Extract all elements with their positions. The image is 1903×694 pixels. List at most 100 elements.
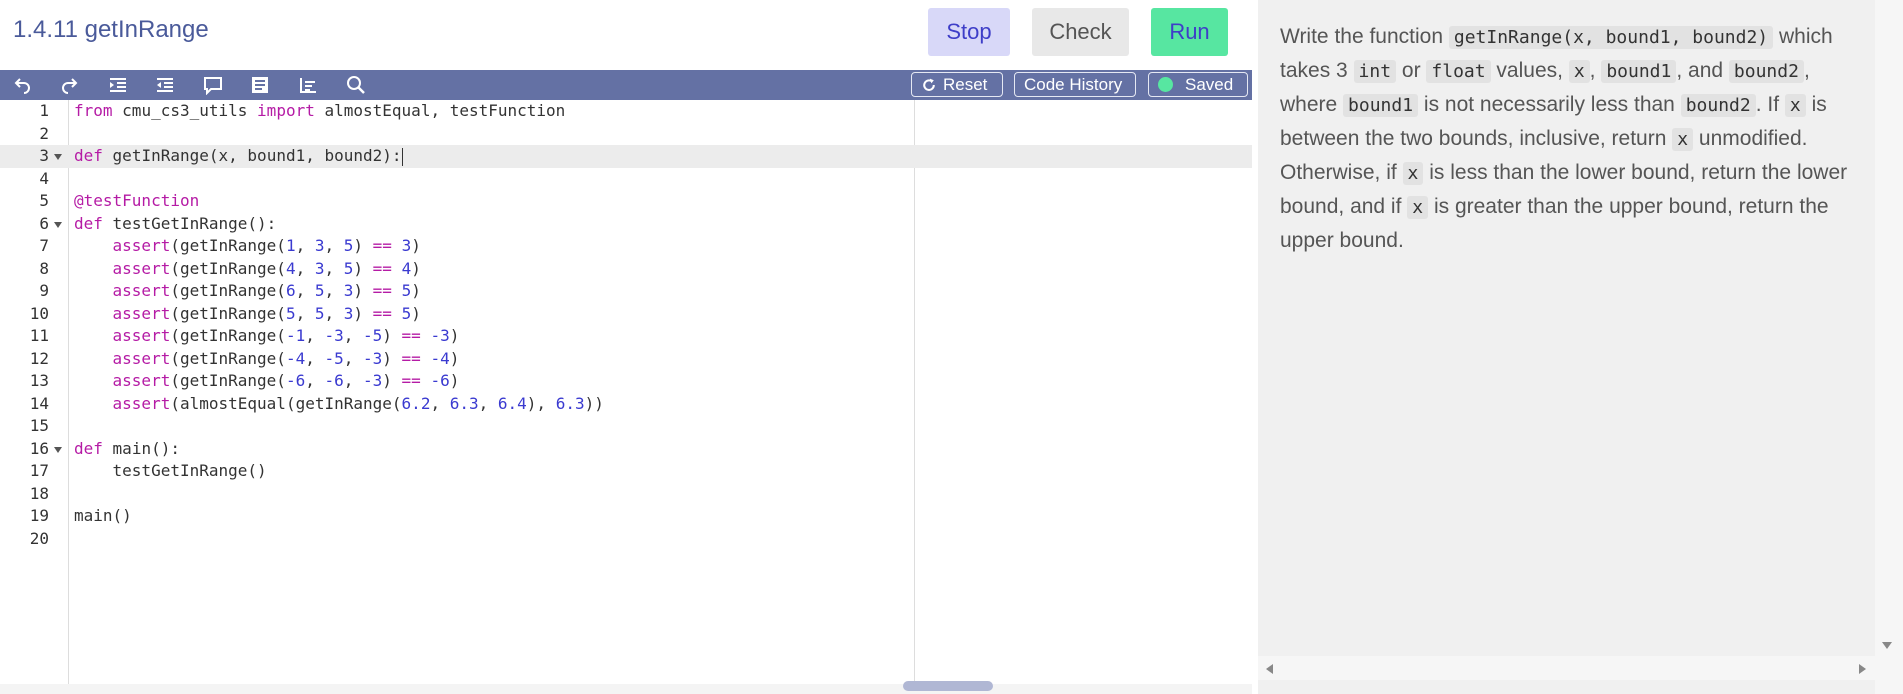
line-number: 8 <box>39 258 49 278</box>
indent-icon[interactable] <box>106 74 130 96</box>
code-line[interactable]: 5 @testFunction <box>0 190 1252 213</box>
line-number: 6 <box>39 213 49 233</box>
code-text: assert(getInRange(-4, -5, -3) == -4) <box>112 348 460 368</box>
fold-arrow-icon[interactable] <box>54 221 62 228</box>
scroll-right-icon[interactable] <box>1859 664 1866 674</box>
code-line[interactable]: 18 <box>0 483 1252 506</box>
line-number: 14 <box>29 393 49 413</box>
code-line[interactable]: 6 def testGetInRange(): <box>0 213 1252 236</box>
code-line[interactable]: 9 assert(getInRange(6, 5, 3) == 5) <box>0 280 1252 303</box>
line-number: 2 <box>39 123 49 143</box>
inline-code: x <box>1568 60 1590 83</box>
code-text: @testFunction <box>74 191 200 210</box>
code-text: def main(): <box>74 438 180 458</box>
inline-code: bound2 <box>1728 60 1804 83</box>
line-number: 13 <box>29 371 49 390</box>
line-number: 20 <box>29 528 49 548</box>
inline-code: int <box>1353 60 1397 83</box>
line-number: 4 <box>39 168 49 188</box>
inline-code: x <box>1407 196 1429 219</box>
code-line[interactable]: 2 <box>0 123 1252 146</box>
comment-icon[interactable] <box>201 74 225 96</box>
inline-code: bound2 <box>1680 94 1756 117</box>
line-number: 12 <box>29 348 49 368</box>
code-line[interactable]: 19 main() <box>0 505 1252 528</box>
instructions-panel: Write the function getInRange(x, bound1,… <box>1258 0 1903 694</box>
line-number: 7 <box>39 236 49 255</box>
reset-button[interactable]: Reset <box>911 72 1003 97</box>
code-line[interactable]: 17 testGetInRange() <box>0 460 1252 483</box>
list-icon[interactable] <box>296 74 320 96</box>
fold-arrow-icon[interactable] <box>54 154 62 160</box>
code-text: def testGetInRange(): <box>74 213 277 233</box>
line-number: 3 <box>39 146 49 165</box>
code-text: def getInRange(x, bound1, bound2): <box>74 146 403 166</box>
reset-label: Reset <box>943 74 988 94</box>
inline-code: getInRange(x, bound1, bound2) <box>1448 26 1774 49</box>
code-text: main() <box>74 506 132 525</box>
stop-button[interactable]: Stop <box>928 8 1010 56</box>
line-number: 5 <box>39 191 49 210</box>
code-text: assert(getInRange(6, 5, 3) == 5) <box>112 281 421 300</box>
line-number: 9 <box>39 281 49 300</box>
line-number: 19 <box>29 506 49 525</box>
code-text: assert(getInRange(5, 5, 3) == 5) <box>112 303 421 323</box>
inline-code: bound1 <box>1601 60 1677 83</box>
undo-icon[interactable] <box>11 74 35 96</box>
refresh-icon <box>923 78 935 91</box>
scroll-down-icon[interactable] <box>1882 642 1892 649</box>
code-history-label: Code History <box>1024 74 1123 94</box>
code-line[interactable]: 4 <box>0 168 1252 191</box>
line-number: 16 <box>29 438 49 458</box>
instructions-horizontal-scrollbar[interactable] <box>1258 656 1875 680</box>
code-history-button[interactable]: Code History <box>1014 72 1136 97</box>
scroll-left-icon[interactable] <box>1266 664 1273 674</box>
code-line[interactable]: 3 def getInRange(x, bound1, bound2): <box>0 145 1252 168</box>
check-button[interactable]: Check <box>1032 8 1129 56</box>
code-line[interactable]: 14 assert(almostEqual(getInRange(6.2, 6.… <box>0 393 1252 416</box>
inline-code: x <box>1672 128 1694 151</box>
inline-code: bound1 <box>1343 94 1419 117</box>
code-text: assert(getInRange(-6, -6, -3) == -6) <box>112 371 460 390</box>
page-title: 1.4.11 getInRange <box>13 16 209 43</box>
code-line[interactable]: 10 assert(getInRange(5, 5, 3) == 5) <box>0 303 1252 326</box>
inline-code: x <box>1784 94 1806 117</box>
code-text: from cmu_cs3_utils import almostEqual, t… <box>74 101 566 120</box>
code-line[interactable]: 11 assert(getInRange(-1, -3, -5) == -3) <box>0 325 1252 348</box>
run-button[interactable]: Run <box>1151 8 1228 56</box>
code-line[interactable]: 12 assert(getInRange(-4, -5, -3) == -4) <box>0 348 1252 371</box>
code-text: assert(getInRange(1, 3, 5) == 3) <box>112 236 421 255</box>
editor-header: 1.4.11 getInRange Stop Check Run <box>0 0 1252 66</box>
code-text: assert(getInRange(4, 3, 5) == 4) <box>112 258 421 278</box>
fold-arrow-icon[interactable] <box>54 446 62 453</box>
saved-status[interactable]: Saved <box>1148 72 1248 97</box>
code-line[interactable]: 20 <box>0 528 1252 551</box>
text-cursor <box>401 147 403 166</box>
code-line[interactable]: 13 assert(getInRange(-6, -6, -3) == -6) <box>0 370 1252 393</box>
editor-toolbar: Reset Code History Saved <box>0 70 1252 100</box>
code-line[interactable]: 7 assert(getInRange(1, 3, 5) == 3) <box>0 235 1252 258</box>
line-number: 11 <box>29 326 49 345</box>
code-line[interactable]: 1 from cmu_cs3_utils import almostEqual, … <box>0 100 1252 123</box>
editor-scroll-thumb[interactable] <box>903 681 993 691</box>
instructions-text: Write the function getInRange(x, bound1,… <box>1280 25 1848 252</box>
line-number: 17 <box>29 461 49 480</box>
inline-code: float <box>1426 60 1491 83</box>
redo-icon[interactable] <box>57 74 81 96</box>
code-text: testGetInRange() <box>112 461 267 480</box>
saved-label: Saved <box>1185 74 1234 94</box>
code-text: assert(almostEqual(getInRange(6.2, 6.3, … <box>112 393 604 413</box>
instructions-vertical-scrollbar[interactable] <box>1875 0 1903 694</box>
format-icon[interactable] <box>248 74 272 96</box>
editor-horizontal-scrollbar[interactable] <box>0 684 1252 694</box>
code-line[interactable]: 15 <box>0 415 1252 438</box>
code-line[interactable]: 16 def main(): <box>0 438 1252 461</box>
inline-code: x <box>1402 162 1424 185</box>
line-number: 10 <box>29 303 49 323</box>
line-number: 18 <box>29 483 49 503</box>
code-editor[interactable]: 1 from cmu_cs3_utils import almostEqual, … <box>0 100 1252 688</box>
search-icon[interactable] <box>344 74 368 96</box>
saved-dot-icon <box>1158 77 1173 92</box>
outdent-icon[interactable] <box>153 74 177 96</box>
code-line[interactable]: 8 assert(getInRange(4, 3, 5) == 4) <box>0 258 1252 281</box>
